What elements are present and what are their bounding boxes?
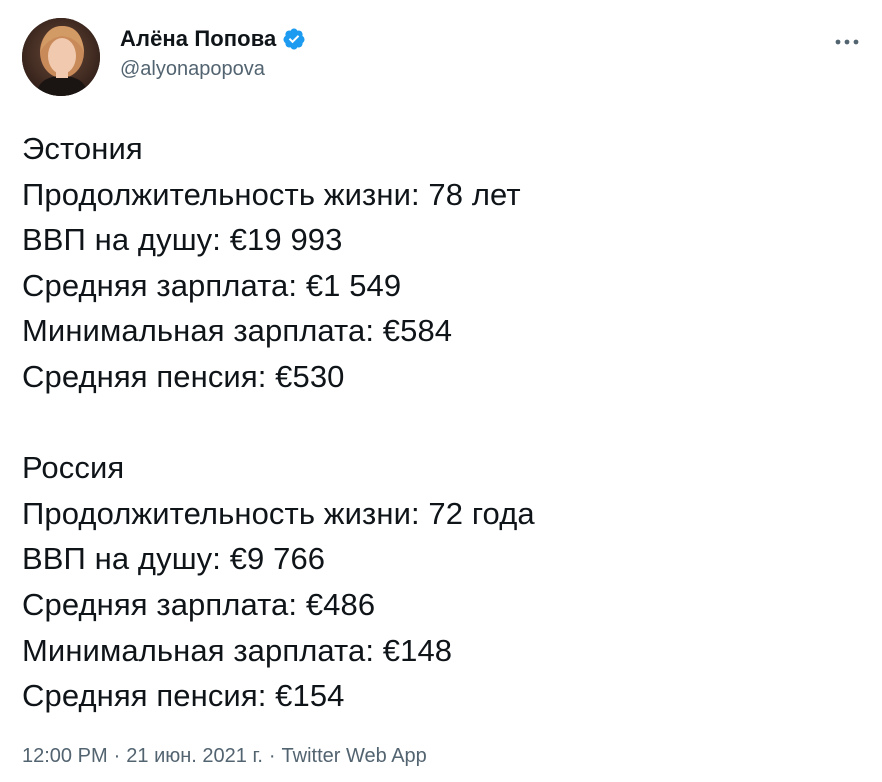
tweet-header: Алёна Попова @alyonapopova (22, 16, 862, 98)
meta-separator: · (113, 745, 121, 767)
estonia-average-salary: Средняя зарплата: €1 549 (22, 267, 402, 303)
russia-average-pension: Средняя пенсия: €154 (22, 678, 345, 714)
tweet-metadata: 12:00 PM · 21 июн. 2021 г. · Twitter Web App (22, 745, 427, 768)
russia-life-expectancy: Продолжительность жизни: 72 года (22, 495, 535, 531)
russia-minimum-salary: Минимальная зарплата: €148 (22, 632, 453, 668)
estonia-life-expectancy: Продолжительность жизни: 78 лет (22, 176, 521, 212)
author-handle[interactable]: @alyonapopova (120, 58, 306, 81)
section-title-russia: Россия (22, 450, 125, 486)
author-block: Алёна Попова @alyonapopova (120, 24, 306, 81)
tweet-source-app[interactable]: Twitter Web App (282, 745, 427, 767)
russia-gdp-per-capita: ВВП на душу: €9 766 (22, 541, 326, 577)
more-options-icon[interactable] (832, 34, 862, 50)
estonia-average-pension: Средняя пенсия: €530 (22, 358, 345, 394)
author-display-name[interactable]: Алёна Попова (120, 26, 276, 52)
tweet-time[interactable]: 12:00 PM (22, 745, 108, 767)
tweet-text: Эстония Продолжительность жизни: 78 лет … (22, 126, 862, 719)
tweet: Алёна Попова @alyonapopova Эстония Продо… (0, 0, 882, 782)
estonia-gdp-per-capita: ВВП на душу: €19 993 (22, 222, 343, 258)
avatar[interactable] (22, 18, 100, 96)
verified-badge-icon (282, 27, 306, 51)
author-name-row: Алёна Попова (120, 24, 306, 54)
estonia-minimum-salary: Минимальная зарплата: €584 (22, 313, 453, 349)
avatar-image (22, 18, 100, 96)
russia-average-salary: Средняя зарплата: €486 (22, 586, 376, 622)
section-title-estonia: Эстония (22, 131, 143, 166)
tweet-date[interactable]: 21 июн. 2021 г. (126, 745, 263, 767)
meta-separator: · (268, 745, 276, 767)
